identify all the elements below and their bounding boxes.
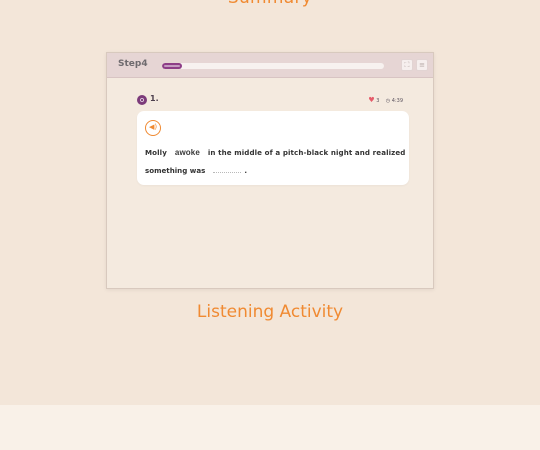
speaker-button[interactable]: ◀) [145,120,161,136]
likes-count: 3 [376,98,380,104]
question-stats: ♥ 3 ◷ 4:39 [368,96,403,104]
question-number-label: 1. [150,94,159,103]
sentence-middle: in the middle of a pitch-black night and… [207,148,406,157]
fullscreen-icon: ⛶ [404,61,410,69]
question-icon: o [137,95,147,105]
sentence-line-2: something was. [145,166,247,175]
progress-bar [162,63,384,69]
sentence-line-1: Molly awoke in the middle of a pitch-black… [145,148,405,157]
answer-blank[interactable] [213,166,242,173]
activity-header: Step4 ⛶ ≡ [107,53,433,78]
step-label: Step4 [118,59,148,69]
clock-icon: ◷ [385,98,391,104]
highlighted-word[interactable]: awoke [175,148,200,157]
activity-caption: Listening Activity [196,302,344,322]
timer-value: 4:39 [391,98,403,104]
page-top-title: Summary [0,0,540,8]
activity-frame: Step4 ⛶ ≡ o 1. ♥ 3 ◷ 4:39 ◀) Molly awoke i… [106,52,434,289]
sentence-start: Molly [145,148,167,157]
question-card: ◀) Molly awoke in the middle of a pitch-bl… [137,111,409,185]
menu-icon: ≡ [419,61,425,69]
sentence-period: . [244,166,248,175]
progress-fill [162,63,182,69]
speaker-icon: ◀) [148,123,158,131]
footer-band [0,405,540,450]
heart-icon: ♥ [368,96,375,104]
sentence-continue: something was [145,166,206,175]
menu-button[interactable]: ≡ [416,59,428,71]
fullscreen-button[interactable]: ⛶ [401,59,413,71]
